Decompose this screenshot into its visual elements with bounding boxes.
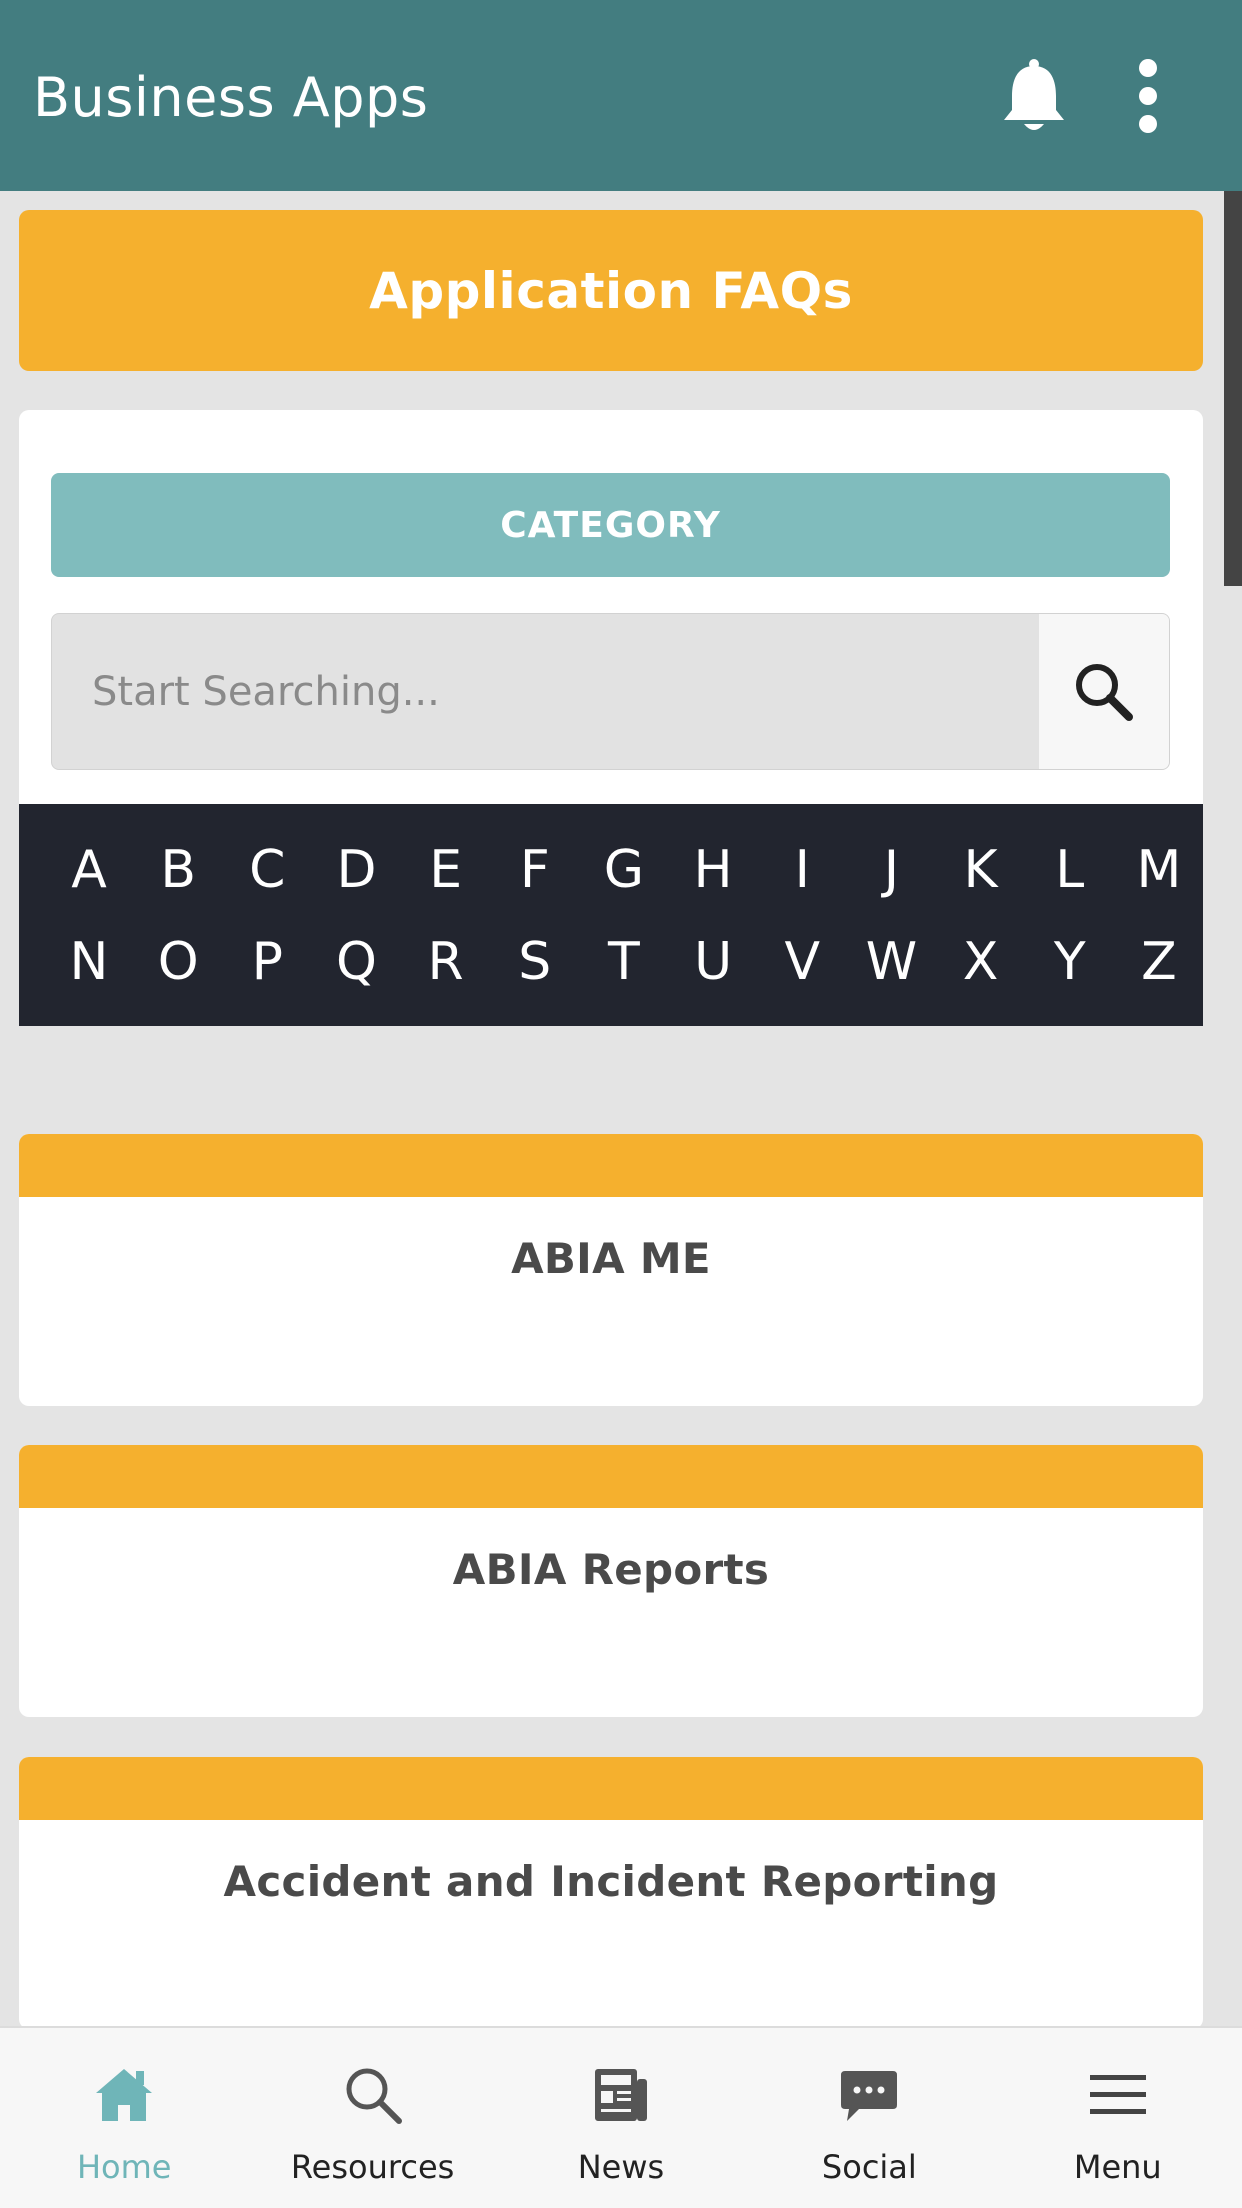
letter-h[interactable]: H [683,840,743,900]
card-header-stripe [19,1757,1203,1820]
newspaper-icon [586,2060,656,2130]
bell-icon[interactable] [1000,56,1068,136]
app-card-title: ABIA ME [511,1234,711,1283]
scrollbar-thumb[interactable] [1224,191,1242,586]
app-card[interactable]: Accident and Incident Reporting [19,1757,1203,2029]
nav-menu[interactable]: Menu [994,2028,1242,2208]
letter-o[interactable]: O [148,932,208,992]
app-card[interactable]: ABIA Reports [19,1445,1203,1717]
category-button[interactable]: CATEGORY [51,473,1170,577]
letter-d[interactable]: D [326,840,386,900]
letter-b[interactable]: B [148,840,208,900]
letter-f[interactable]: F [505,840,565,900]
nav-menu-label: Menu [1073,2148,1162,2186]
app-card-title: ABIA Reports [452,1545,770,1594]
search-icon [338,2060,408,2130]
nav-resources[interactable]: Resources [248,2028,496,2208]
letter-m[interactable]: M [1129,840,1189,900]
letter-c[interactable]: C [237,840,297,900]
letter-v[interactable]: V [772,932,832,992]
search-button[interactable] [1039,614,1169,769]
app-card-title: Accident and Incident Reporting [223,1857,999,1906]
letter-i[interactable]: I [772,840,832,900]
alphabet-row-1: A B C D E F G H I J K L M [59,840,1189,900]
letter-l[interactable]: L [1040,840,1100,900]
letter-u[interactable]: U [683,932,743,992]
search-box [51,613,1170,770]
application-faqs-button[interactable]: Application FAQs [19,210,1203,371]
letter-y[interactable]: Y [1040,932,1100,992]
bottom-navigation: Home Resources News Social Menu [0,2026,1242,2208]
letter-z[interactable]: Z [1129,932,1189,992]
letter-q[interactable]: Q [326,932,386,992]
nav-resources-label: Resources [290,2148,455,2186]
nav-social-label: Social [821,2148,917,2186]
app-bar: Business Apps [0,0,1242,191]
card-header-stripe [19,1445,1203,1508]
app-screen: Business Apps Application FAQs CATEGORY [0,0,1242,2208]
nav-home[interactable]: Home [0,2028,248,2208]
letter-j[interactable]: J [861,840,921,900]
letter-w[interactable]: W [861,932,921,992]
card-header-stripe [19,1134,1203,1197]
letter-k[interactable]: K [951,840,1011,900]
letter-a[interactable]: A [59,840,119,900]
app-bar-title: Business Apps [33,66,429,129]
nav-news[interactable]: News [497,2028,745,2208]
search-panel: CATEGORY [19,410,1203,810]
nav-news-label: News [577,2148,665,2186]
alphabet-index: A B C D E F G H I J K L M N O P Q R S T … [19,804,1203,1026]
home-icon [89,2060,159,2130]
letter-x[interactable]: X [951,932,1011,992]
nav-home-label: Home [76,2148,172,2186]
app-card[interactable]: ABIA ME [19,1134,1203,1406]
letter-e[interactable]: E [416,840,476,900]
letter-n[interactable]: N [59,932,119,992]
letter-p[interactable]: P [237,932,297,992]
search-icon [1076,663,1133,721]
kebab-menu-icon[interactable] [1120,58,1176,138]
letter-t[interactable]: T [594,932,654,992]
nav-social[interactable]: Social [745,2028,993,2208]
letter-r[interactable]: R [416,932,476,992]
letter-g[interactable]: G [594,840,654,900]
search-input[interactable] [52,614,1042,769]
hamburger-menu-icon [1083,2060,1153,2130]
alphabet-row-2: N O P Q R S T U V W X Y Z [59,932,1189,992]
letter-s[interactable]: S [505,932,565,992]
chat-bubble-icon [834,2060,904,2130]
